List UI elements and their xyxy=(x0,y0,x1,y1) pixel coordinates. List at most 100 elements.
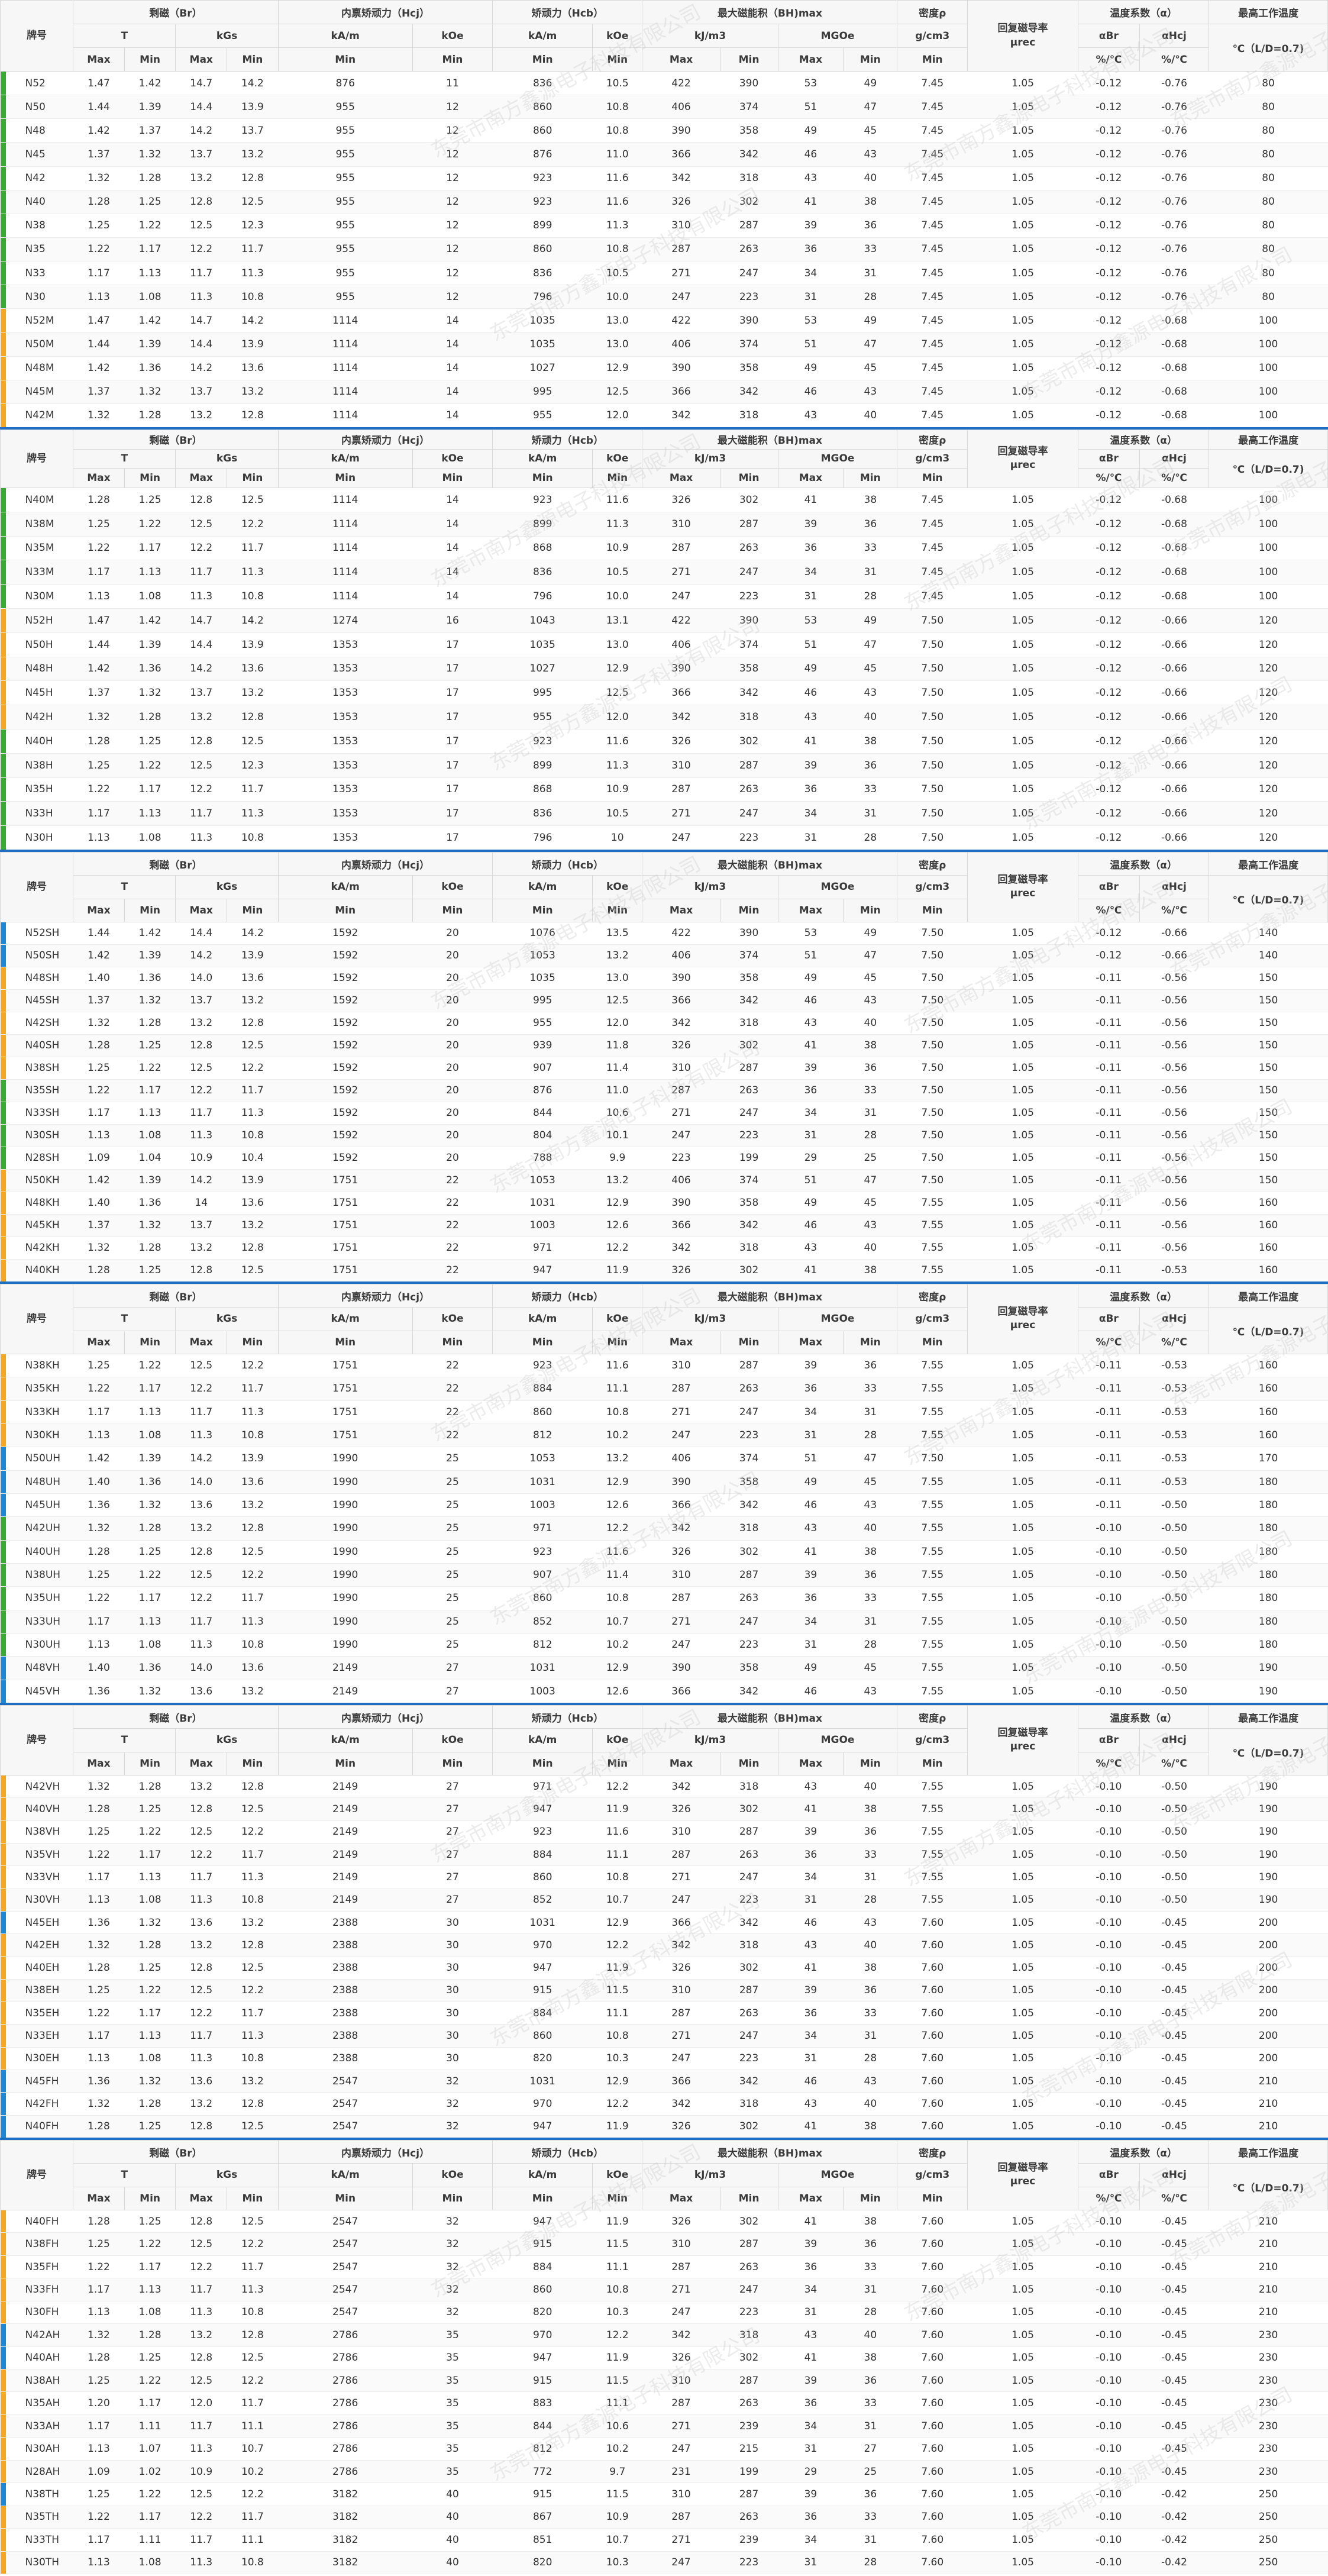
cell-hcb-kam: 1035 xyxy=(492,967,593,990)
header-grade: 牌号 xyxy=(0,2140,74,2210)
cell-hcj-kam: 876 xyxy=(278,71,413,96)
cell-alpha-br: -0.11 xyxy=(1078,1377,1140,1401)
header-density: 密度ρ xyxy=(897,0,968,24)
cell-hcb-koe: 11.4 xyxy=(592,1563,642,1587)
cell-urec: 1.05 xyxy=(967,2002,1078,2025)
cell-bh-kjm3-max: 366 xyxy=(642,989,720,1012)
cell-bh-mgoe-min: 36 xyxy=(843,2232,897,2256)
cell-br-t-max: 1.28 xyxy=(73,488,125,512)
cell-hcb-kam: 796 xyxy=(492,584,593,609)
cell-hcj-kam: 2149 xyxy=(278,1775,413,1799)
cell-alpha-br: -0.10 xyxy=(1078,1516,1140,1541)
cell-max-temp: 120 xyxy=(1209,608,1328,633)
grade-color-marker xyxy=(0,95,6,118)
grade-table: 牌号 剩磁（Br） 内禀矫顽力（Hcj） 矫顽力（Hcb） 最大磁能积（BH)max 密度… xyxy=(0,0,1328,428)
grade-color-marker xyxy=(0,237,6,261)
table-row: N48UH 1.40 1.36 14.0 13.6 1990 25 1031 12.9 390 35… xyxy=(0,1470,1328,1494)
cell-br-t-min: 1.42 xyxy=(124,308,176,333)
cell-hcb-koe: 11.1 xyxy=(592,1843,642,1867)
cell-br-t-min: 1.39 xyxy=(124,332,176,357)
cell-max-temp: 190 xyxy=(1209,1680,1328,1703)
unit-ka-m-hcb: kA/m xyxy=(492,24,593,48)
unit-kj-m3: kJ/m3 xyxy=(642,2163,778,2187)
cell-alpha-br: -0.10 xyxy=(1078,2346,1140,2370)
cell-hcb-koe: 12.0 xyxy=(592,1012,642,1035)
cell-bh-mgoe-min: 38 xyxy=(843,1956,897,1980)
cell-br-t-max: 1.17 xyxy=(73,2528,125,2552)
cell-br-t-max: 1.25 xyxy=(73,753,125,778)
cell-br-kgs-min: 10.7 xyxy=(227,2437,279,2461)
cell-hcj-koe: 12 xyxy=(412,237,493,262)
cell-hcj-kam: 2547 xyxy=(278,2255,413,2279)
table-row: N35H 1.22 1.17 12.2 11.7 1353 17 868 10.9 287 263 3… xyxy=(0,777,1328,802)
cell-hcb-kam: 1031 xyxy=(492,1192,593,1215)
table-row: N33EH 1.17 1.13 11.7 11.3 2388 30 860 10.8 271 247… xyxy=(0,2024,1328,2048)
cell-urec: 1.05 xyxy=(967,2437,1078,2461)
table-row: N45EH 1.36 1.32 13.6 13.2 2388 30 1031 12.9 366 34… xyxy=(0,1911,1328,1935)
cell-density: 7.60 xyxy=(897,2024,968,2048)
cell-br-t-max: 1.40 xyxy=(73,1656,125,1680)
cell-br-t-max: 1.32 xyxy=(73,2092,125,2116)
cell-hcb-kam: 852 xyxy=(492,1889,593,1912)
cell-br-kgs-max: 12.5 xyxy=(175,1820,227,1844)
sub-header-min: Min xyxy=(843,468,898,488)
grade-color-marker xyxy=(0,585,6,608)
cell-br-kgs-max: 12.2 xyxy=(175,1586,227,1610)
cell-hcj-kam: 1353 xyxy=(278,801,413,827)
cell-br-kgs-max: 11.7 xyxy=(175,1865,227,1889)
cell-max-temp: 190 xyxy=(1209,1656,1328,1680)
cell-hcj-kam: 1592 xyxy=(278,944,413,967)
cell-br-t-min: 1.36 xyxy=(124,967,176,990)
cell-hcj-kam: 2547 xyxy=(278,2070,413,2093)
cell-hcj-kam: 1592 xyxy=(278,922,413,945)
sub-header-min: Min xyxy=(227,1751,279,1776)
cell-urec: 1.05 xyxy=(967,584,1078,609)
cell-hcb-koe: 10.0 xyxy=(592,584,642,609)
cell-br-t-min: 1.07 xyxy=(124,2437,176,2461)
cell-alpha-hcj: -0.66 xyxy=(1139,657,1209,682)
cell-alpha-br: -0.10 xyxy=(1078,1843,1140,1867)
unit-max-temp: ℃（L/D=0.7) xyxy=(1209,875,1328,922)
cell-br-kgs-max: 11.7 xyxy=(175,2528,227,2552)
unit-ka-m: kA/m xyxy=(277,1307,413,1331)
cell-br-t-min: 1.32 xyxy=(124,2070,176,2093)
cell-br-t-max: 1.42 xyxy=(73,657,125,682)
cell-hcj-koe: 17 xyxy=(412,777,493,802)
grade-color-marker xyxy=(0,1057,6,1079)
cell-bh-mgoe-min: 43 xyxy=(843,380,897,404)
cell-max-temp: 100 xyxy=(1209,380,1328,404)
cell-bh-kjm3-max: 271 xyxy=(642,1865,720,1889)
sub-header-min: Min xyxy=(277,898,413,922)
cell-br-kgs-min: 10.8 xyxy=(227,1889,279,1912)
cell-urec: 1.05 xyxy=(967,1633,1078,1657)
cell-alpha-br: -0.12 xyxy=(1078,512,1140,537)
cell-bh-kjm3-min: 318 xyxy=(720,1775,778,1799)
cell-br-t-min: 1.25 xyxy=(124,488,176,512)
cell-max-temp: 250 xyxy=(1209,2483,1328,2506)
sub-header-pct: %/℃ xyxy=(1078,2186,1140,2210)
cell-bh-kjm3-max: 247 xyxy=(642,825,720,850)
cell-hcb-koe: 11.5 xyxy=(592,1979,642,2003)
cell-bh-mgoe-min: 43 xyxy=(843,1680,897,1703)
cell-bh-mgoe-max: 39 xyxy=(778,512,844,537)
cell-hcb-koe: 12.5 xyxy=(592,680,642,706)
cell-alpha-hcj: -0.68 xyxy=(1139,560,1209,585)
cell-hcb-kam: 884 xyxy=(492,2255,593,2279)
cell-br-t-min: 1.08 xyxy=(124,1633,176,1657)
cell-br-t-min: 1.08 xyxy=(124,2047,176,2071)
cell-bh-mgoe-max: 46 xyxy=(778,680,844,706)
cell-alpha-hcj: -0.53 xyxy=(1139,1423,1209,1448)
cell-bh-mgoe-min: 38 xyxy=(843,2115,897,2138)
cell-bh-mgoe-max: 36 xyxy=(778,536,844,561)
cell-bh-mgoe-max: 46 xyxy=(778,142,844,167)
cell-br-kgs-min: 12.5 xyxy=(227,1259,279,1282)
cell-hcj-koe: 22 xyxy=(412,1354,493,1378)
cell-br-kgs-min: 12.2 xyxy=(227,512,279,537)
cell-br-t-max: 1.44 xyxy=(73,922,125,945)
cell-alpha-br: -0.10 xyxy=(1078,1865,1140,1889)
cell-alpha-br: -0.11 xyxy=(1078,1470,1140,1494)
cell-bh-mgoe-min: 36 xyxy=(843,512,897,537)
cell-alpha-hcj: -0.45 xyxy=(1139,2278,1209,2301)
cell-bh-kjm3-max: 287 xyxy=(642,2255,720,2279)
cell-bh-mgoe-max: 34 xyxy=(778,1400,844,1424)
